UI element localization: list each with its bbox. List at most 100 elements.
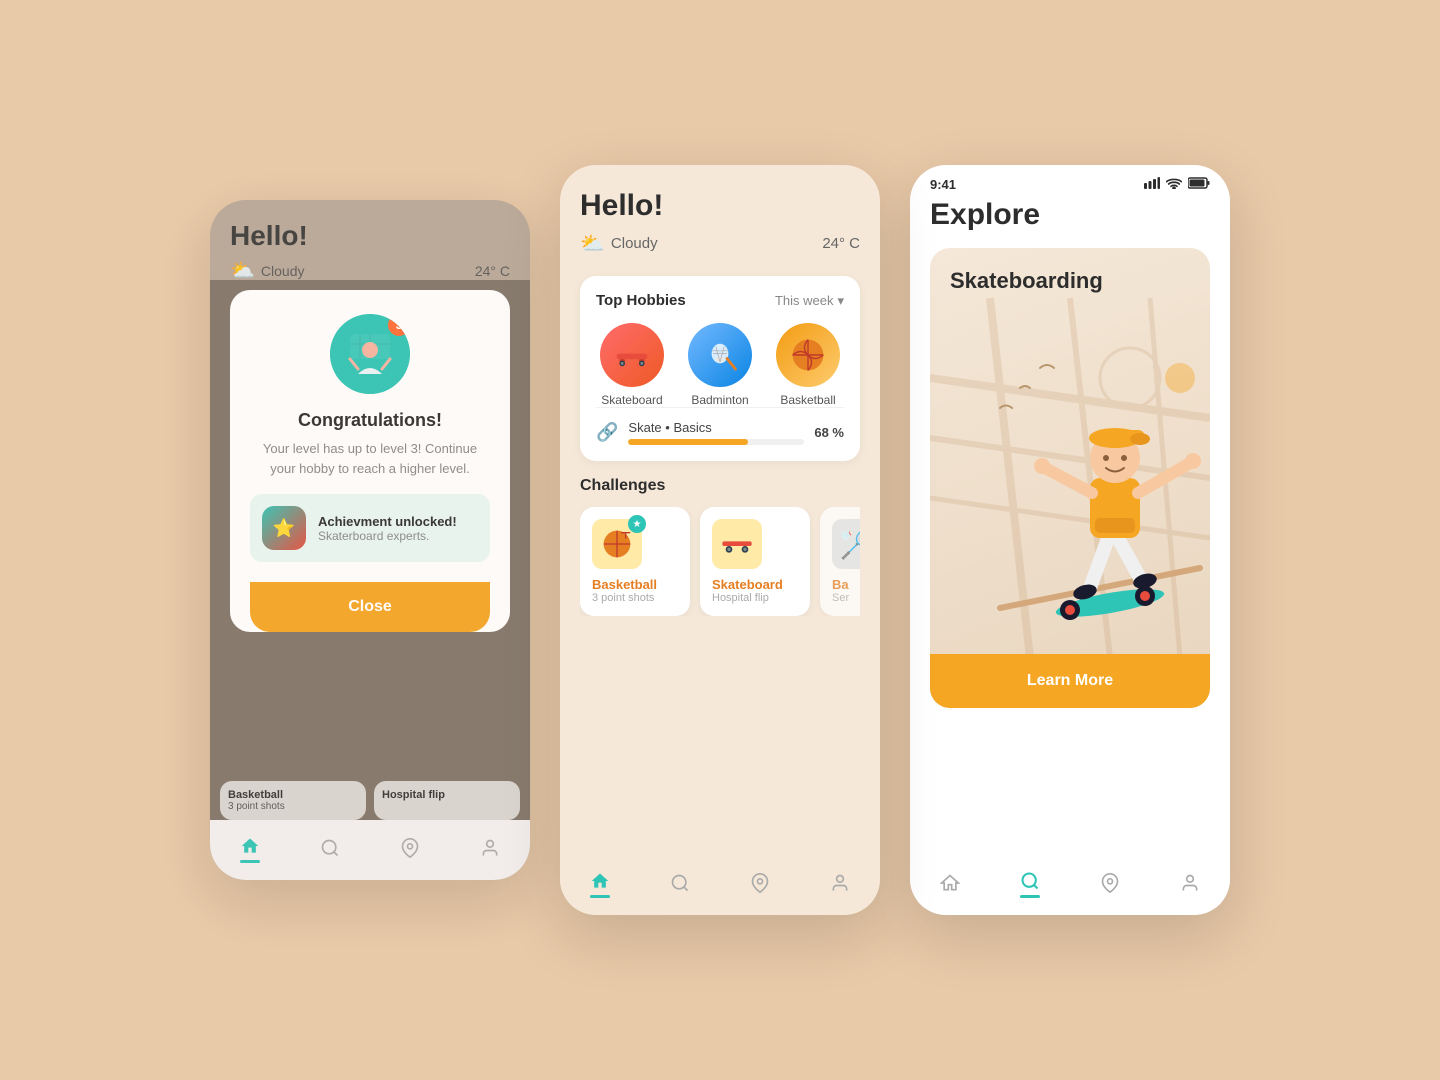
- basketball-icon-circle: [776, 323, 840, 387]
- skateboard-illustration: [611, 334, 653, 376]
- challenge-ba[interactable]: 🏸 Ba Ser: [820, 507, 860, 616]
- modal-description: Your level has up to level 3! Continue y…: [250, 439, 490, 478]
- achievement-subtitle: Skaterboard experts.: [318, 529, 457, 543]
- bottom-navbar-1: [210, 820, 530, 880]
- challenge-skateboard-sub: Hospital flip: [712, 592, 798, 604]
- hobby-badminton[interactable]: Badminton: [688, 323, 752, 407]
- location-icon-2: [748, 871, 772, 895]
- skateboarder-svg: [980, 338, 1210, 658]
- hobbies-list: Skateboard: [596, 323, 844, 407]
- challenge-ba-name: Ba: [832, 577, 860, 592]
- home-icon-3: [938, 871, 962, 895]
- hobby-basketball[interactable]: Basketball: [776, 323, 840, 407]
- peek-card-1-sub: 3 point shots: [228, 801, 358, 812]
- achievement-icon: ⭐: [262, 506, 306, 550]
- temperature-phone1: 24° C: [475, 263, 510, 279]
- home-icon-1: [238, 834, 262, 858]
- learn-more-button[interactable]: Learn More: [930, 654, 1210, 708]
- challenges-list: ★ Basketball 3 point shots: [580, 507, 860, 616]
- phone-screen-3: 9:41: [910, 165, 1230, 915]
- location-icon-3: [1098, 871, 1122, 895]
- skateboard-label: Skateboard: [601, 393, 662, 407]
- battery-icon: [1188, 177, 1210, 192]
- search-icon-2: [668, 871, 692, 895]
- close-button[interactable]: Close: [250, 582, 490, 632]
- achievement-row: ⭐ Achievment unlocked! Skaterboard exper…: [250, 494, 490, 562]
- skateboard-challenge-img: [712, 519, 762, 569]
- challenge-basketball-name: Basketball: [592, 577, 678, 592]
- search-icon-1: [318, 836, 342, 860]
- modal-title: Congratulations!: [250, 410, 490, 431]
- bottom-navbar-2: [560, 855, 880, 915]
- sport-title: Skateboarding: [950, 268, 1103, 294]
- nav-location-3[interactable]: [1098, 871, 1122, 895]
- challenge-ba-sub: Ser: [832, 592, 860, 604]
- progress-bar-background: [628, 439, 804, 445]
- greeting-phone2: Hello!: [580, 189, 860, 223]
- nav-home-2[interactable]: [588, 869, 612, 898]
- progress-label: Skate • Basics: [628, 420, 804, 435]
- phone3-content: Explore Skateboarding: [910, 198, 1230, 912]
- nav-home-3[interactable]: [938, 871, 962, 895]
- filter-dropdown[interactable]: This week ▾: [775, 293, 844, 309]
- nav-search-1[interactable]: [318, 836, 342, 860]
- basketball-label: Basketball: [780, 393, 835, 407]
- peek-cards: Basketball 3 point shots Hospital flip: [220, 781, 520, 820]
- avatar-wrap: 3: [250, 314, 490, 394]
- nav-active-dot-1: [240, 860, 260, 863]
- home-icon-2: [588, 869, 612, 893]
- wifi-icon: [1166, 177, 1182, 192]
- hobby-skateboard[interactable]: Skateboard: [600, 323, 664, 407]
- profile-icon-2: [828, 871, 852, 895]
- top-hobbies-title: Top Hobbies: [596, 292, 686, 309]
- challenge-skateboard[interactable]: Skateboard Hospital flip: [700, 507, 810, 616]
- progress-percentage: 68 %: [814, 425, 844, 440]
- congratulations-modal: 3 Congratulations! Your level has up to …: [230, 290, 510, 632]
- time-display: 9:41: [930, 177, 956, 192]
- challenges-title: Challenges: [580, 477, 860, 495]
- nav-location-2[interactable]: [748, 871, 772, 895]
- nav-home-1[interactable]: [238, 834, 262, 863]
- peek-card-1: Basketball 3 point shots: [220, 781, 366, 820]
- nav-search-2[interactable]: [668, 871, 692, 895]
- nav-profile-2[interactable]: [828, 871, 852, 895]
- skateboard-challenge-icon: [717, 524, 757, 564]
- signal-icon: [1144, 177, 1160, 192]
- nav-search-3[interactable]: [1018, 869, 1042, 898]
- basketball-illustration: [787, 334, 829, 376]
- profile-icon-3: [1178, 871, 1202, 895]
- badminton-icon-circle: [688, 323, 752, 387]
- condition-2: Cloudy: [611, 235, 658, 252]
- nav-active-dot-2: [590, 895, 610, 898]
- achievement-title: Achievment unlocked!: [318, 514, 457, 529]
- chevron-down-icon: ▾: [837, 293, 844, 309]
- basketball-challenge-img: ★: [592, 519, 642, 569]
- nav-location-1[interactable]: [398, 836, 422, 860]
- location-icon-1: [398, 836, 422, 860]
- greeting-phone1: Hello!: [230, 220, 510, 252]
- explore-page-title: Explore: [930, 198, 1210, 232]
- challenge-basketball[interactable]: ★ Basketball 3 point shots: [580, 507, 690, 616]
- challenge-basketball-sub: 3 point shots: [592, 592, 678, 604]
- badminton-label: Badminton: [691, 393, 748, 407]
- ba-icon: 🏸: [840, 528, 860, 561]
- peek-card-1-title: Basketball: [228, 789, 358, 801]
- status-bar: 9:41: [910, 165, 1230, 198]
- nav-active-dot-3: [1020, 895, 1040, 898]
- temperature-2: 24° C: [822, 235, 860, 252]
- peek-card-2: Hospital flip: [374, 781, 520, 820]
- progress-row: 🔗 Skate • Basics 68 %: [596, 407, 844, 445]
- challenge-badge: ★: [628, 515, 646, 533]
- bottom-navbar-3: [910, 855, 1230, 915]
- explore-card: Skateboarding: [930, 248, 1210, 708]
- progress-bar-fill: [628, 439, 748, 445]
- nav-profile-3[interactable]: [1178, 871, 1202, 895]
- search-icon-3: [1018, 869, 1042, 893]
- nav-profile-1[interactable]: [478, 836, 502, 860]
- explore-illustration-bg: [930, 248, 1210, 708]
- skateboard-icon-circle: [600, 323, 664, 387]
- badminton-illustration: [699, 334, 741, 376]
- level-badge: 3: [388, 314, 410, 336]
- skate-progress-icon: 🔗: [596, 422, 618, 443]
- weather-row-phone2: ⛅ Cloudy 24° C: [580, 231, 860, 256]
